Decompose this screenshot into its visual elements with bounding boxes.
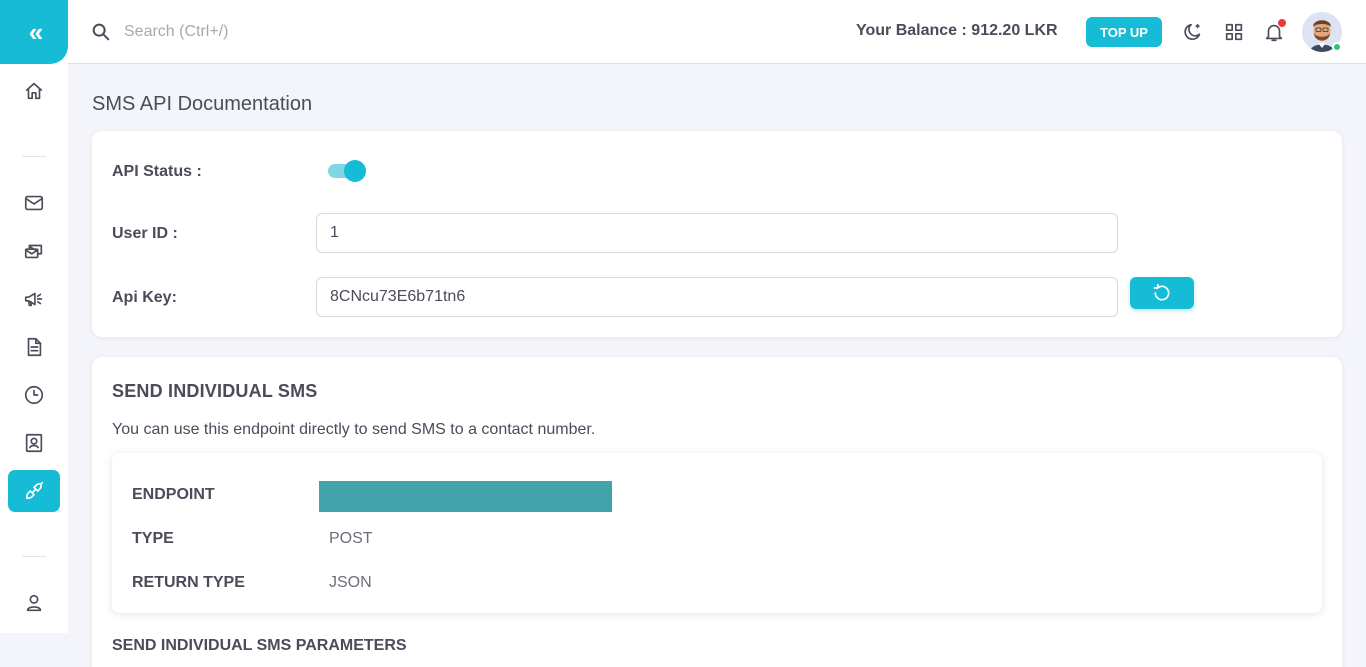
contact-card-icon [25, 433, 43, 453]
sidebar-item-templates[interactable] [8, 326, 60, 368]
grid-icon [1225, 23, 1243, 41]
apps-button[interactable] [1221, 19, 1247, 45]
megaphone-icon [24, 292, 43, 307]
online-status-indicator [1332, 42, 1342, 52]
sidebar-item-history[interactable] [8, 374, 60, 416]
toggle-knob [344, 160, 366, 182]
refresh-icon [1153, 283, 1170, 301]
moon-icon [1184, 23, 1201, 41]
sidebar-divider [22, 156, 46, 157]
type-label: TYPE [132, 530, 174, 547]
bulk-mail-icon [24, 244, 43, 259]
parameters-title: SEND INDIVIDUAL SMS PARAMETERS [112, 637, 407, 654]
api-key-field[interactable] [316, 277, 1118, 317]
endpoint-label: ENDPOINT [132, 486, 215, 503]
document-icon [27, 337, 42, 357]
balance-text: Your Balance : 912.20 LKR [856, 22, 1058, 39]
api-status-toggle[interactable] [328, 160, 368, 182]
plug-icon [25, 481, 44, 500]
sidebar-item-profile[interactable] [8, 582, 60, 624]
notification-badge [1278, 19, 1286, 27]
sidebar-item-home[interactable] [8, 70, 60, 112]
top-header: Your Balance : 912.20 LKR TOP UP [68, 0, 1366, 64]
theme-toggle-button[interactable] [1180, 19, 1206, 45]
api-status-label: API Status : [112, 163, 202, 180]
sidebar-item-contacts[interactable] [8, 422, 60, 464]
return-type-value: JSON [329, 574, 372, 591]
user-id-field[interactable] [316, 213, 1118, 253]
top-up-button[interactable]: TOP UP [1086, 17, 1162, 47]
return-type-label: RETURN TYPE [132, 574, 245, 591]
sidebar: « [0, 0, 68, 633]
mail-icon [24, 195, 44, 211]
send-individual-sms-card: SEND INDIVIDUAL SMS You can use this end… [92, 357, 1342, 667]
sidebar-collapse-button[interactable]: « [0, 0, 68, 64]
sidebar-item-messages[interactable] [8, 182, 60, 224]
notifications-button[interactable] [1261, 19, 1287, 45]
search-icon[interactable] [90, 21, 112, 43]
user-icon [26, 594, 42, 612]
search-input[interactable] [124, 18, 444, 46]
endpoint-value-redacted [319, 481, 612, 512]
section-description: You can use this endpoint directly to se… [112, 421, 596, 438]
page-title: SMS API Documentation [92, 93, 313, 115]
sidebar-item-campaigns[interactable] [8, 278, 60, 320]
section-title: SEND INDIVIDUAL SMS [112, 381, 318, 401]
sidebar-divider [22, 556, 46, 557]
regenerate-api-key-button[interactable] [1130, 277, 1194, 309]
home-icon [25, 82, 43, 100]
sidebar-item-api[interactable] [8, 470, 60, 512]
clock-icon [24, 385, 44, 405]
api-settings-card: API Status : User ID : Api Key: [92, 131, 1342, 337]
endpoint-details-card: ENDPOINT TYPE POST RETURN TYPE JSON [112, 453, 1322, 613]
double-chevron-left-icon: « [28, 17, 44, 47]
user-id-label: User ID : [112, 225, 178, 242]
type-value: POST [329, 530, 373, 547]
sidebar-item-bulk-messages[interactable] [8, 230, 60, 272]
api-key-label: Api Key: [112, 289, 177, 306]
